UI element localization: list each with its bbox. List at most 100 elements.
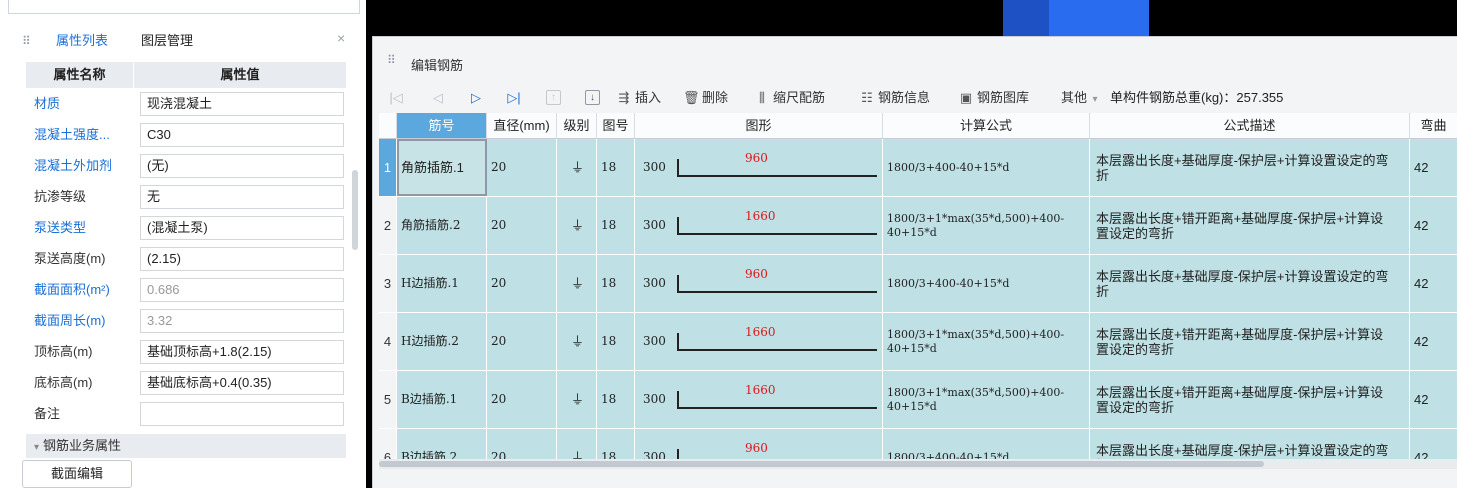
scale-bars-button[interactable]: ⫼ 缩尺配筋 bbox=[754, 88, 825, 108]
last-record-icon[interactable]: ▷| bbox=[505, 88, 523, 108]
other-dropdown[interactable]: 其他 ▾ bbox=[1061, 88, 1106, 108]
table-row[interactable]: 3 H边插筋.1 20 ⏚ 18 300 960 1800/3+400-40+15*d 本层露出… bbox=[379, 255, 1457, 313]
dia-cell[interactable]: 20 bbox=[487, 255, 557, 312]
description-cell[interactable]: 本层露出长度+基础厚度-保护层+计算设置设定的弯折 bbox=[1090, 139, 1410, 196]
insert-button[interactable]: ⇶ 插入 bbox=[616, 88, 661, 108]
grade-cell[interactable]: ⏚ bbox=[557, 197, 597, 254]
dia-cell[interactable]: 20 bbox=[487, 313, 557, 370]
grade-cell[interactable]: ⏚ bbox=[557, 429, 597, 459]
dia-cell[interactable]: 20 bbox=[487, 139, 557, 196]
rebar-shape-cell[interactable]: 300 1660 bbox=[635, 313, 883, 370]
bend-cell[interactable]: 42 bbox=[1410, 371, 1457, 428]
rebar-shape-cell[interactable]: 300 960 bbox=[635, 429, 883, 459]
name-cell[interactable]: B边插筋.1 bbox=[397, 371, 487, 428]
previous-record-icon[interactable]: ◁ bbox=[429, 88, 447, 108]
grade-cell[interactable]: ⏚ bbox=[557, 255, 597, 312]
move-down-icon[interactable]: ↓ bbox=[585, 90, 600, 105]
name-cell[interactable]: B边插筋.2 bbox=[397, 429, 487, 459]
row-number[interactable]: 6 bbox=[379, 429, 397, 459]
property-value-field[interactable]: 基础顶标高+1.8(2.15) bbox=[140, 339, 344, 364]
dia-cell[interactable]: 20 bbox=[487, 197, 557, 254]
drag-grip-icon[interactable]: ⠿ bbox=[387, 53, 396, 67]
vertical-scrollbar[interactable] bbox=[352, 170, 358, 250]
bend-cell[interactable]: 42 bbox=[1410, 429, 1457, 459]
description-cell[interactable]: 本层露出长度+基础厚度-保护层+计算设置设定的弯折 bbox=[1090, 429, 1410, 459]
row-number[interactable]: 4 bbox=[379, 313, 397, 370]
row-number[interactable]: 5 bbox=[379, 371, 397, 428]
name-cell[interactable]: 角筋插筋.1 bbox=[397, 139, 487, 196]
property-value-field[interactable]: C30 bbox=[140, 122, 344, 147]
rebar-library-button[interactable]: ▣ 钢筋图库 bbox=[958, 88, 1029, 108]
property-value-field[interactable]: 3.32 bbox=[140, 308, 344, 333]
rebar-info-button[interactable]: ☷ 钢筋信息 bbox=[859, 88, 930, 108]
table-row[interactable]: 2 角筋插筋.2 20 ⏚ 18 300 1660 1800/3+1*max(35*d,500… bbox=[379, 197, 1457, 255]
row-number[interactable]: 1 bbox=[379, 139, 397, 196]
fig-cell[interactable]: 18 bbox=[597, 197, 635, 254]
formula-cell[interactable]: 1800/3+400-40+15*d bbox=[883, 139, 1090, 196]
formula-cell[interactable]: 1800/3+400-40+15*d bbox=[883, 429, 1090, 459]
rebar-shape-cell[interactable]: 300 960 bbox=[635, 139, 883, 196]
delete-button[interactable]: 🗑 删除 bbox=[683, 88, 728, 108]
column-header-formula[interactable]: 计算公式 bbox=[883, 113, 1090, 139]
column-header-name[interactable]: 筋号 bbox=[397, 113, 487, 139]
drag-grip-icon[interactable]: ⠿ bbox=[22, 33, 32, 49]
property-value-field[interactable]: 0.686 bbox=[140, 277, 344, 302]
property-value-field[interactable]: (混凝土泵) bbox=[140, 215, 344, 240]
column-header-grade[interactable]: 级别 bbox=[557, 113, 597, 139]
grade-cell[interactable]: ⏚ bbox=[557, 139, 597, 196]
property-value-field[interactable]: 基础底标高+0.4(0.35) bbox=[140, 370, 344, 395]
fig-cell[interactable]: 18 bbox=[597, 429, 635, 459]
description-cell[interactable]: 本层露出长度+错开距离+基础厚度-保护层+计算设置设定的弯折 bbox=[1090, 371, 1410, 428]
description-cell[interactable]: 本层露出长度+基础厚度-保护层+计算设置设定的弯折 bbox=[1090, 255, 1410, 312]
column-header-dia[interactable]: 直径(mm) bbox=[487, 113, 557, 139]
table-row[interactable]: 4 H边插筋.2 20 ⏚ 18 300 1660 1800/3+1*max(35*d,500… bbox=[379, 313, 1457, 371]
section-edit-button[interactable]: 截面编辑 bbox=[22, 460, 132, 488]
rebar-shape-cell[interactable]: 300 1660 bbox=[635, 197, 883, 254]
row-number[interactable]: 2 bbox=[379, 197, 397, 254]
dia-cell[interactable]: 20 bbox=[487, 429, 557, 459]
grade-cell[interactable]: ⏚ bbox=[557, 313, 597, 370]
formula-cell[interactable]: 1800/3+1*max(35*d,500)+400-40+15*d bbox=[883, 371, 1090, 428]
formula-cell[interactable]: 1800/3+1*max(35*d,500)+400-40+15*d bbox=[883, 313, 1090, 370]
property-value-field[interactable]: 无 bbox=[140, 184, 344, 209]
rebar-business-properties-section[interactable]: ▾ 钢筋业务属性 bbox=[26, 434, 346, 458]
fig-cell[interactable]: 18 bbox=[597, 139, 635, 196]
column-header-shape[interactable]: 图形 bbox=[635, 113, 883, 139]
name-cell[interactable]: H边插筋.1 bbox=[397, 255, 487, 312]
formula-cell[interactable]: 1800/3+1*max(35*d,500)+400-40+15*d bbox=[883, 197, 1090, 254]
close-icon[interactable]: × bbox=[337, 30, 345, 46]
description-cell[interactable]: 本层露出长度+错开距离+基础厚度-保护层+计算设置设定的弯折 bbox=[1090, 197, 1410, 254]
fig-cell[interactable]: 18 bbox=[597, 371, 635, 428]
horizontal-scrollbar[interactable] bbox=[379, 459, 1457, 469]
table-row[interactable]: 6 B边插筋.2 20 ⏚ 18 300 960 1800/3+400-40+15*d 本层露出… bbox=[379, 429, 1457, 459]
name-cell[interactable]: 角筋插筋.2 bbox=[397, 197, 487, 254]
tab-property-list[interactable]: 属性列表 bbox=[56, 32, 108, 50]
fig-cell[interactable]: 18 bbox=[597, 313, 635, 370]
scrollbar-thumb[interactable] bbox=[379, 461, 1264, 467]
property-value-field[interactable]: (无) bbox=[140, 153, 344, 178]
bend-cell[interactable]: 42 bbox=[1410, 139, 1457, 196]
property-value-field[interactable] bbox=[140, 401, 344, 426]
bend-cell[interactable]: 42 bbox=[1410, 197, 1457, 254]
move-up-icon[interactable]: ↑ bbox=[546, 90, 561, 105]
bend-cell[interactable]: 42 bbox=[1410, 255, 1457, 312]
property-value-field[interactable]: (2.15) bbox=[140, 246, 344, 271]
first-record-icon[interactable]: |◁ bbox=[387, 88, 405, 108]
property-value-field[interactable]: 现浇混凝土 bbox=[140, 91, 344, 116]
grade-cell[interactable]: ⏚ bbox=[557, 371, 597, 428]
rebar-shape-cell[interactable]: 300 1660 bbox=[635, 371, 883, 428]
table-row[interactable]: 5 B边插筋.1 20 ⏚ 18 300 1660 1800/3+1*max(35*d,500… bbox=[379, 371, 1457, 429]
rebar-shape-cell[interactable]: 300 960 bbox=[635, 255, 883, 312]
column-header-fig[interactable]: 图号 bbox=[597, 113, 635, 139]
name-cell[interactable]: H边插筋.2 bbox=[397, 313, 487, 370]
formula-cell[interactable]: 1800/3+400-40+15*d bbox=[883, 255, 1090, 312]
description-cell[interactable]: 本层露出长度+错开距离+基础厚度-保护层+计算设置设定的弯折 bbox=[1090, 313, 1410, 370]
fig-cell[interactable]: 18 bbox=[597, 255, 635, 312]
bend-cell[interactable]: 42 bbox=[1410, 313, 1457, 370]
column-header-desc[interactable]: 公式描述 bbox=[1090, 113, 1410, 139]
table-row[interactable]: 1 角筋插筋.1 20 ⏚ 18 300 960 1800/3+400-40+15*d 本层露出… bbox=[379, 139, 1457, 197]
dia-cell[interactable]: 20 bbox=[487, 371, 557, 428]
column-header-bend[interactable]: 弯曲 bbox=[1410, 113, 1457, 139]
next-record-icon[interactable]: ▷ bbox=[467, 88, 485, 108]
tab-layer-management[interactable]: 图层管理 bbox=[141, 32, 193, 50]
